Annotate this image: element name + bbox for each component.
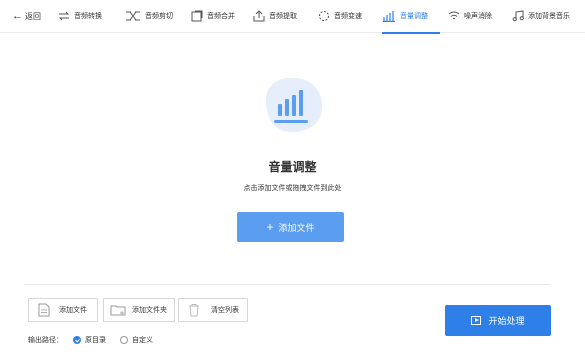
- tab-label: 音量调整: [400, 13, 428, 20]
- tab-label: 噪声消除: [464, 13, 492, 20]
- play-icon: [471, 316, 482, 325]
- tab-audio-speed[interactable]: 音频变速: [318, 0, 374, 33]
- radio-unchecked-icon: [120, 336, 128, 344]
- output-path-label: 输出路径：: [28, 337, 63, 344]
- back-button[interactable]: ← 返回: [0, 10, 58, 22]
- tab-audio-extract[interactable]: 音频提取: [253, 0, 318, 33]
- output-path-row: 输出路径： 原目录 自定义: [28, 335, 153, 345]
- speed-icon: [319, 11, 329, 21]
- add-file-button[interactable]: 添加文件: [28, 298, 98, 322]
- add-file-main-button[interactable]: + 添加文件: [237, 212, 344, 242]
- add-folder-button[interactable]: 添加文件夹: [103, 298, 175, 322]
- tab-label: 音频转换: [74, 13, 102, 20]
- drop-hint: 点击添加文件或拖拽文件到此处: [243, 185, 342, 192]
- divider: [24, 284, 550, 285]
- tab-audio-merge[interactable]: 音频合并: [191, 0, 253, 33]
- trash-icon: [189, 304, 199, 317]
- clear-list-button[interactable]: 清空列表: [178, 298, 248, 322]
- tab-label: 音频合并: [207, 13, 235, 20]
- folder-icon: [110, 305, 126, 316]
- tab-volume-adjust[interactable]: 音量调整: [382, 0, 440, 34]
- radio-original-label: 原目录: [85, 337, 106, 344]
- denoise-icon: [448, 11, 460, 20]
- add-file-main-label: 添加文件: [278, 222, 315, 233]
- start-processing-label: 开始处理: [488, 316, 525, 326]
- tab-noise-removal[interactable]: 噪声消除: [448, 0, 512, 33]
- merge-icon: [191, 10, 203, 22]
- convert-arrows-icon: [58, 11, 70, 21]
- music-note-icon: [512, 10, 524, 22]
- add-folder-label: 添加文件夹: [132, 307, 167, 314]
- tab-label: 音频提取: [269, 13, 297, 20]
- radio-custom-dir[interactable]: 自定义: [120, 335, 153, 345]
- tab-label: 音频变速: [334, 13, 362, 20]
- plus-icon: +: [266, 220, 274, 234]
- add-file-label: 添加文件: [59, 307, 87, 314]
- tab-add-background-music[interactable]: 添加背景音乐: [512, 0, 584, 33]
- radio-custom-label: 自定义: [132, 337, 153, 344]
- tab-label: 添加背景音乐: [528, 13, 570, 20]
- radio-checked-icon: [73, 336, 81, 344]
- back-label: 返回: [25, 11, 41, 21]
- scissors-icon: [126, 11, 140, 21]
- volume-bars-icon: [383, 11, 395, 22]
- top-toolbar: ← 返回 音频转换 音频剪切 音频合并 音频提取 音频变速 音量调整 噪声消除 …: [0, 0, 585, 34]
- volume-illustration-icon: [265, 77, 323, 132]
- radio-original-dir[interactable]: 原目录: [73, 335, 106, 345]
- start-processing-button[interactable]: 开始处理: [445, 305, 551, 336]
- back-arrow-icon: ←: [12, 10, 23, 22]
- tab-audio-convert[interactable]: 音频转换: [58, 0, 125, 33]
- clear-list-label: 清空列表: [211, 307, 239, 314]
- page-title: 音量调整: [268, 160, 317, 174]
- extract-icon: [253, 10, 265, 22]
- tab-label: 音频剪切: [145, 13, 173, 20]
- tab-audio-cut[interactable]: 音频剪切: [125, 0, 191, 33]
- file-icon: [38, 303, 50, 317]
